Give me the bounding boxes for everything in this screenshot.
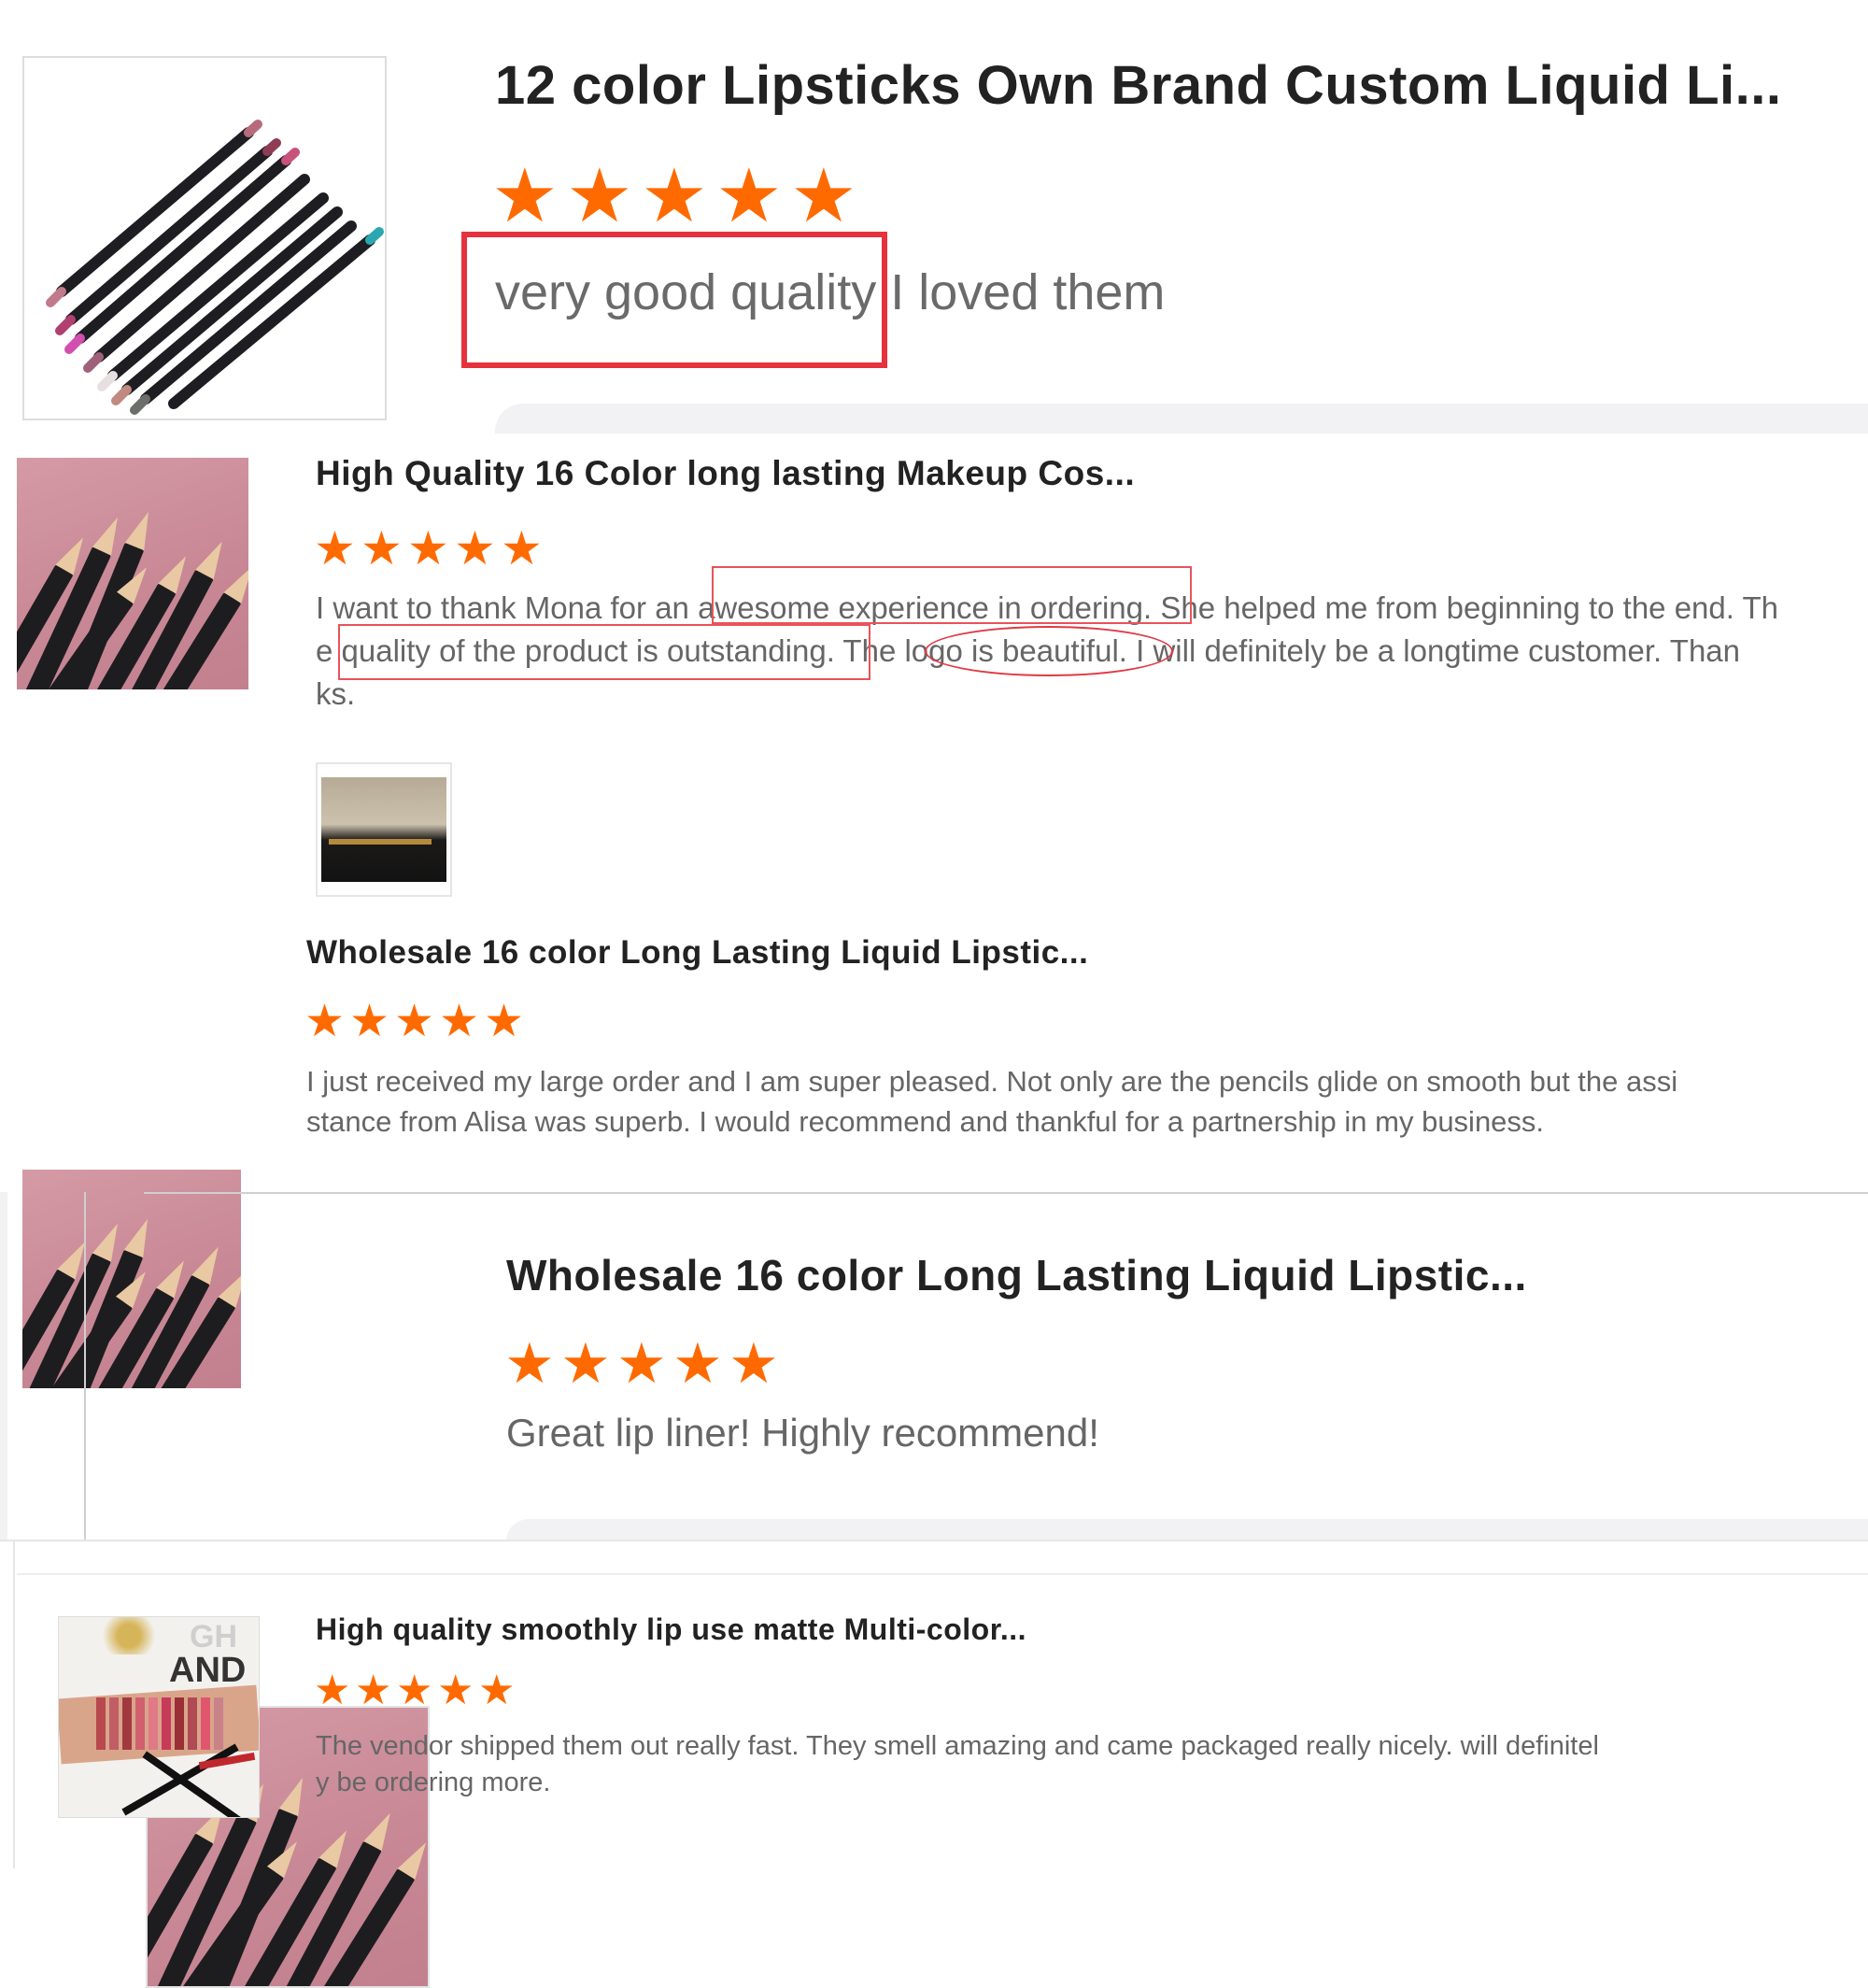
highlight-oval: [925, 626, 1173, 676]
divider: [0, 1192, 7, 1540]
swatch: [175, 1697, 184, 1750]
star-icon: ★: [491, 159, 566, 234]
review-2-product-title[interactable]: High Quality 16 Color long lasting Makeu…: [316, 454, 1135, 493]
star-icon: ★: [715, 159, 790, 234]
star-icon: ★: [616, 1336, 672, 1392]
star-icon: ★: [394, 1000, 439, 1044]
star-icon: ★: [560, 1336, 616, 1392]
divider: [506, 1519, 1868, 1541]
review-3-text: I just received my large order and I am …: [306, 1061, 1677, 1142]
review-3-text-line: stance from Alisa was superb. I would re…: [306, 1101, 1677, 1142]
pencil-set-icon: [24, 58, 385, 419]
star-icon: ★: [437, 1670, 478, 1711]
review-4-text: Great lip liner! Highly recommend!: [506, 1411, 1099, 1456]
review-5-text-line: The vendor shipped them out really fast.…: [316, 1728, 1599, 1765]
image-text: AND: [169, 1651, 246, 1691]
logo-stripe: [329, 839, 432, 845]
star-icon: ★: [355, 1670, 396, 1711]
highlight-box: [461, 232, 887, 368]
star-icon: ★: [504, 1336, 560, 1392]
divider: [17, 1573, 1868, 1575]
divider: [0, 1540, 1868, 1541]
star-icon: ★: [790, 159, 865, 234]
highlight-box: [338, 624, 870, 680]
review-3-text-line: I just received my large order and I am …: [306, 1061, 1677, 1101]
star-icon: ★: [501, 525, 547, 572]
star-icon: ★: [314, 525, 361, 572]
divider: [13, 1541, 15, 1868]
swatch: [188, 1697, 197, 1750]
star-icon: ★: [314, 1670, 355, 1711]
star-icon: ★: [304, 1000, 349, 1044]
star-icon: ★: [566, 159, 641, 234]
swatch: [96, 1697, 106, 1750]
star-icon: ★: [478, 1670, 519, 1711]
swatch: [109, 1697, 119, 1750]
swatch: [149, 1697, 158, 1750]
logo-photo-thumbnail: [321, 777, 446, 882]
swatch: [214, 1697, 223, 1750]
star-icon: ★: [484, 1000, 529, 1044]
swatch-row: [96, 1697, 227, 1750]
star-icon: ★: [396, 1670, 437, 1711]
review-1-product-title[interactable]: 12 color Lipsticks Own Brand Custom Liqu…: [495, 54, 1781, 117]
star-icon: ★: [672, 1336, 729, 1392]
highlight-box: [712, 566, 1192, 624]
divider: [144, 1192, 1868, 1194]
swatch: [135, 1697, 145, 1750]
review-5-rating: ★ ★ ★ ★ ★: [314, 1670, 519, 1711]
swatch: [162, 1697, 171, 1750]
review-4-rating: ★ ★ ★ ★ ★: [504, 1336, 785, 1392]
review-2-rating: ★ ★ ★ ★ ★: [314, 525, 547, 572]
review-5-text: The vendor shipped them out really fast.…: [316, 1728, 1599, 1801]
review-5-text-line: y be ordering more.: [316, 1765, 1599, 1801]
review-photo-attachment[interactable]: [316, 762, 452, 897]
review-3-rating: ★ ★ ★ ★ ★: [304, 1000, 529, 1044]
star-icon: ★: [439, 1000, 484, 1044]
flower-decoration: [96, 1617, 162, 1654]
star-icon: ★: [641, 159, 715, 234]
product-thumbnail[interactable]: GH AND: [58, 1616, 260, 1818]
review-4-product-title[interactable]: Wholesale 16 color Long Lasting Liquid L…: [506, 1250, 1527, 1300]
review-5-product-title[interactable]: High quality smoothly lip use matte Mult…: [316, 1612, 1026, 1647]
divider: [84, 1192, 86, 1540]
swatch: [201, 1697, 210, 1750]
star-icon: ★: [407, 525, 454, 572]
swatch: [122, 1697, 132, 1750]
product-thumbnail[interactable]: [22, 1170, 241, 1388]
review-3-product-title[interactable]: Wholesale 16 color Long Lasting Liquid L…: [306, 934, 1088, 972]
star-icon: ★: [729, 1336, 785, 1392]
star-icon: ★: [361, 525, 407, 572]
product-thumbnail[interactable]: [22, 56, 387, 420]
review-1-rating: ★ ★ ★ ★ ★: [491, 159, 865, 234]
divider: [495, 404, 1868, 433]
star-icon: ★: [349, 1000, 394, 1044]
product-thumbnail[interactable]: [17, 458, 248, 689]
star-icon: ★: [454, 525, 501, 572]
